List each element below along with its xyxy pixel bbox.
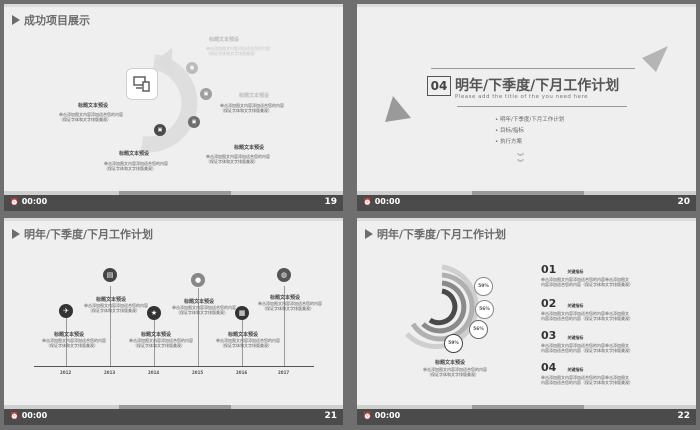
page-number: 22	[677, 411, 690, 421]
year-2012: 2012	[60, 370, 72, 375]
step-icon-3: ▣	[188, 116, 200, 128]
radial-progress	[405, 264, 479, 350]
footer-time: ⏰ 00:00	[10, 411, 48, 420]
row-04: 04 关键指标 单击添加图文内容添加适合您的内容单击添加图文 内容添加适合您的内…	[541, 361, 633, 385]
timeline-axis	[34, 366, 314, 367]
slide-title: 明年/下季度/下月工作计划	[12, 226, 153, 242]
row-03: 03 关键指标 单击添加图文内容添加适合您的内容单击添加图文 内容添加适合您的内…	[541, 329, 633, 353]
percent-bubble-1: 59%	[474, 277, 493, 296]
decor-triangle-top	[642, 46, 668, 72]
agenda-item-2: • 目标/指标	[495, 128, 524, 134]
triangle-icon	[365, 229, 373, 239]
divider-top	[431, 68, 635, 69]
triangle-icon	[12, 15, 20, 25]
item-2017-desc-b: （保证字体和文字排版美观）	[262, 306, 314, 311]
slide-title: 成功项目展示	[12, 12, 90, 28]
star-icon: ★	[147, 306, 161, 320]
desc-left-b: （保证字体和文字排版美观）	[59, 117, 111, 122]
globe-icon: ◍	[277, 268, 291, 282]
page-number: 20	[677, 197, 690, 207]
chevron-down-icon: ︾ ︾	[517, 153, 524, 167]
percent-bubble-4: 59%	[444, 334, 463, 353]
year-2015: 2015	[192, 370, 204, 375]
slide-20[interactable]: 04 明年/下季度/下月工作计划 Please add the title of…	[357, 4, 696, 211]
footer-bar: ⏰ 00:00 20	[357, 191, 696, 211]
desc-bottom-right-b: （保证字体和文字排版美观）	[206, 159, 258, 164]
label-bottom-right: 标题文本预设	[234, 145, 265, 151]
item-2016-label: 标题文本预设	[228, 332, 259, 338]
footer-time: ⏰ 00:00	[363, 197, 401, 206]
year-2016: 2016	[236, 370, 248, 375]
triangle-icon	[12, 229, 20, 239]
top-bar	[4, 4, 343, 7]
clock-icon: ⏰	[10, 412, 19, 420]
cycle-diagram	[140, 48, 198, 153]
footer-bar: ⏰ 00:00 22	[357, 405, 696, 425]
year-2017: 2017	[278, 370, 290, 375]
step-icon-1: ▣	[186, 62, 198, 74]
desc-right-b: （保证字体和文字排版美观）	[220, 108, 272, 113]
section-number: 04	[427, 76, 451, 96]
page-number: 21	[324, 411, 337, 421]
percent-bubble-2: 56%	[475, 300, 494, 319]
label-left: 标题文本预设	[78, 103, 109, 109]
label-top: 标题文本预设	[209, 37, 240, 43]
row-02: 02 关键指标 单击添加图文内容添加适合您的内容单击添加图文 内容添加适合您的内…	[541, 297, 633, 321]
item-2016-desc-b: （保证字体和文字排版美观）	[220, 343, 272, 348]
item-2014-desc-b: （保证字体和文字排版美观）	[133, 343, 185, 348]
percent-bubble-3: 56%	[469, 320, 488, 339]
top-bar	[357, 4, 696, 7]
top-bar	[4, 218, 343, 221]
year-2013: 2013	[104, 370, 116, 375]
step-icon-2: ▣	[200, 88, 212, 100]
document-icon: ▤	[103, 268, 117, 282]
top-bar	[357, 218, 696, 221]
footer-bar: ⏰ 00:00 19	[4, 191, 343, 211]
agenda-item-1: • 明年/下季度/下月工作计划	[495, 117, 565, 123]
item-2015-desc-b: （保证字体和文字排版美观）	[176, 310, 228, 315]
slide-title: 明年/下季度/下月工作计划	[365, 226, 506, 242]
briefcase-icon: ▦	[235, 306, 249, 320]
item-2014-label: 标题文本预设	[141, 332, 172, 338]
decor-triangle-bottom	[385, 96, 411, 122]
footer-time: ⏰ 00:00	[10, 197, 48, 206]
divider-bottom	[457, 106, 627, 107]
agenda-item-3: • 执行方案	[495, 139, 523, 145]
step-icon-4: ▣	[154, 124, 166, 136]
item-2012-label: 标题文本预设	[54, 332, 85, 338]
row-01: 01 关键指标 单击添加图文内容添加适合您的内容单击添加图文 内容添加适合您的内…	[541, 263, 633, 287]
label-right: 标题文本预设	[239, 93, 270, 99]
item-2017-label: 标题文本预设	[270, 295, 301, 301]
user-icon: ●	[191, 273, 205, 287]
clock-icon: ⏰	[363, 198, 372, 206]
clock-icon: ⏰	[363, 412, 372, 420]
section-subtitle: Please add the title of the you need her…	[455, 94, 589, 100]
clock-icon: ⏰	[10, 198, 19, 206]
item-2012-desc-b: （保证字体和文字排版美观）	[46, 343, 98, 348]
desc-bottom-b: （保证字体和文字排版美观）	[104, 166, 156, 171]
desc-top-b: （保证字体和文字排版美观）	[206, 51, 258, 56]
year-2014: 2014	[148, 370, 160, 375]
slide-19[interactable]: 成功项目展示 ▣ ▣ ▣ ▣ 标题文本预设 单击添加图文内容添加适合您的内容 （…	[4, 4, 343, 211]
slide-21[interactable]: 明年/下季度/下月工作计划 ✈ ▤ ★ ● ▦ ◍ 标题文本预设 单击添加图文内…	[4, 218, 343, 425]
footer-bar: ⏰ 00:00 21	[4, 405, 343, 425]
item-2013-label: 标题文本预设	[96, 297, 127, 303]
slide-22[interactable]: 明年/下季度/下月工作计划 59% 56% 56% 59% 标题文本预设 单击添…	[357, 218, 696, 425]
footer-time: ⏰ 00:00	[363, 411, 401, 420]
center-desc-b: （保证字体和文字排版美观）	[427, 372, 479, 377]
center-label: 标题文本预设	[435, 360, 466, 366]
item-2013-desc-b: （保证字体和文字排版美观）	[88, 308, 140, 313]
devices-icon	[126, 68, 158, 100]
label-bottom: 标题文本预设	[119, 151, 150, 157]
page-number: 19	[324, 197, 337, 207]
item-2015-label: 标题文本预设	[184, 299, 215, 305]
airplane-icon: ✈	[59, 304, 73, 318]
section-heading: 明年/下季度/下月工作计划	[455, 78, 620, 94]
